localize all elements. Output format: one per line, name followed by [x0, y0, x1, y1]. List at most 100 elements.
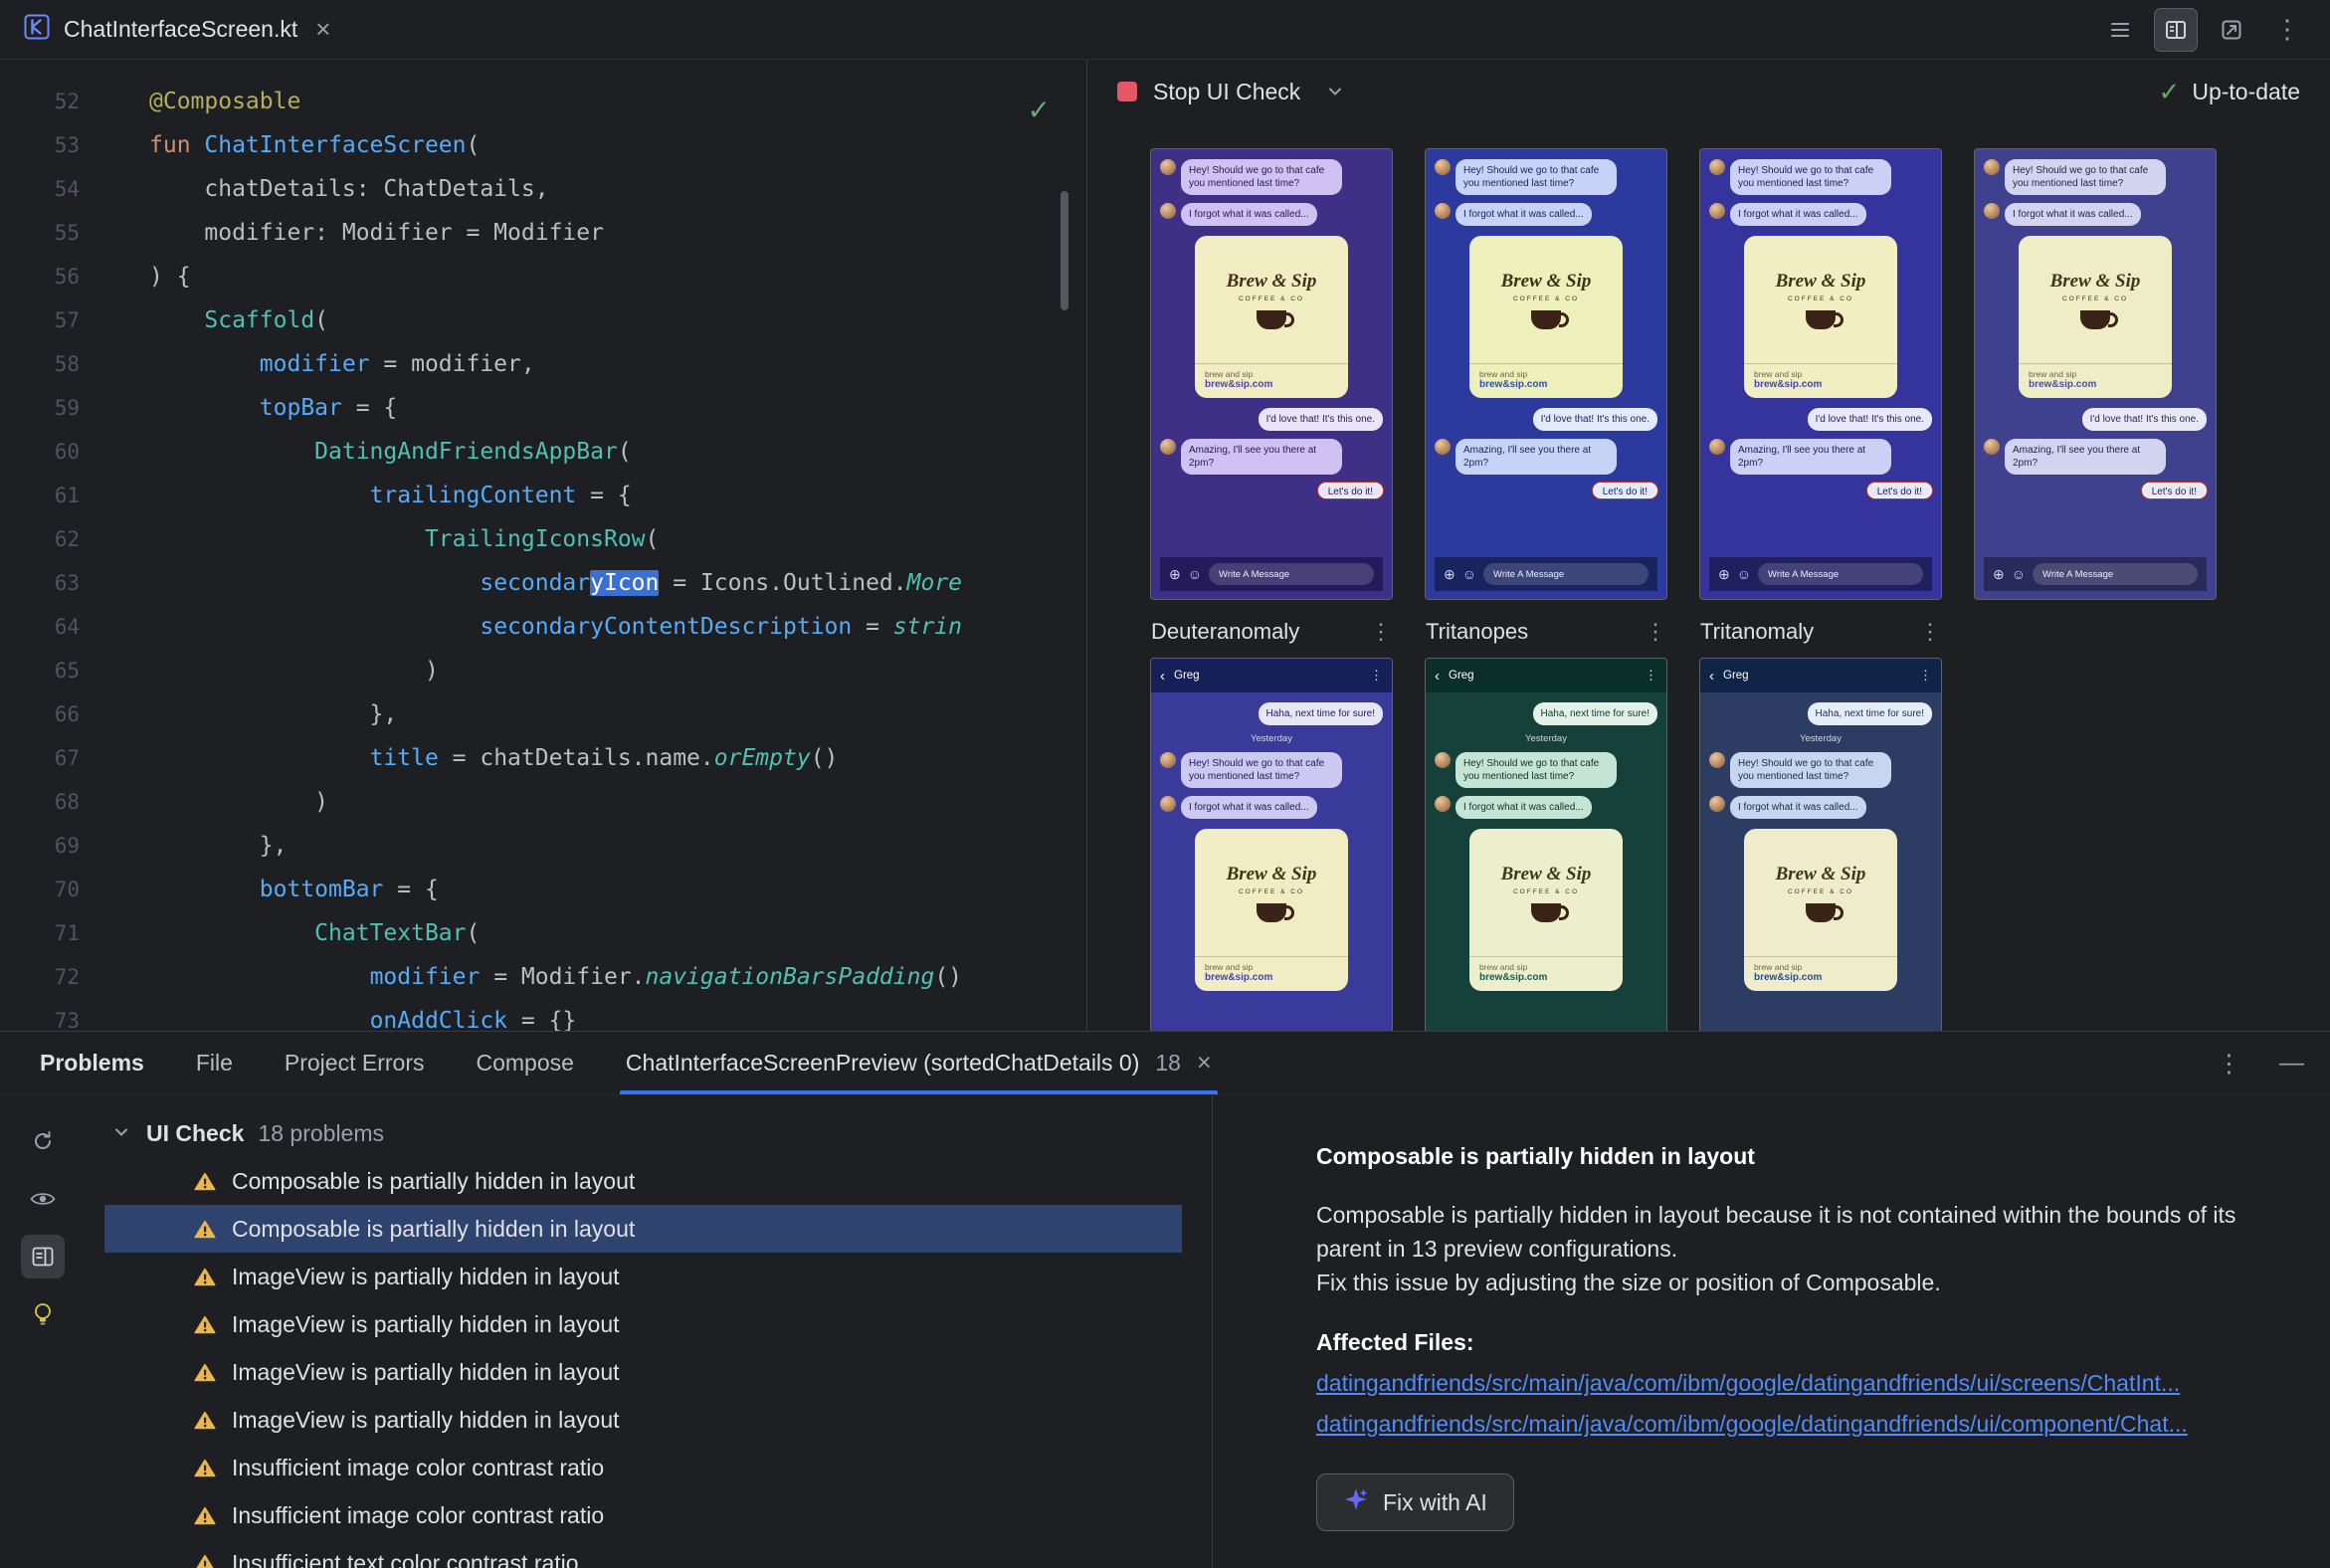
rerun-ui-check-icon[interactable] — [21, 1119, 65, 1163]
editor-actions: ⋮ — [2099, 8, 2330, 51]
preview-phone[interactable]: Hey! Should we go to that cafe you menti… — [1151, 149, 1392, 599]
code-line[interactable]: 66 }, — [0, 692, 1086, 736]
code-line[interactable]: 69 }, — [0, 824, 1086, 868]
problem-row[interactable]: ImageView is partially hidden in layout — [104, 1300, 1182, 1348]
file-tab[interactable]: ChatInterfaceScreen.kt × — [0, 0, 352, 59]
preview-visibility-icon[interactable] — [21, 1177, 65, 1221]
group-title: UI Check — [146, 1119, 245, 1146]
chat-message-row: Hey! Should we go to that cafe you menti… — [1709, 752, 1932, 788]
lightbulb-icon[interactable] — [21, 1292, 65, 1336]
variant-options-icon[interactable]: ⋮ — [1370, 619, 1392, 645]
code-line[interactable]: 72 modifier = Modifier.navigationBarsPad… — [0, 955, 1086, 999]
more-options-icon[interactable]: ⋮ — [2266, 9, 2308, 51]
cafe-name-text: brew and sip — [1479, 369, 1528, 379]
problem-row[interactable]: Insufficient text color contrast ratio — [104, 1539, 1182, 1568]
tab-label: Project Errors — [284, 1050, 425, 1076]
stop-ui-check-button[interactable]: Stop UI Check — [1107, 73, 1310, 111]
code-line[interactable]: 56) { — [0, 255, 1086, 298]
chat-bubble: I'd love that! It's this one. — [2081, 408, 2207, 431]
coffee-cup-art — [1257, 309, 1294, 329]
show-details-icon[interactable] — [20, 1235, 65, 1278]
preview-phone[interactable]: Hey! Should we go to that cafe you menti… — [1426, 149, 1666, 599]
split-editor-preview-icon[interactable] — [2155, 8, 2197, 51]
code-text: secondaryIcon = Icons.Outlined.More — [480, 570, 963, 596]
cafe-card-message: Brew & Sip COFFEE & CO brew and sip brew&si… — [1195, 829, 1348, 991]
variant-options-icon[interactable]: ⋮ — [1919, 619, 1941, 645]
variant-options-icon[interactable]: ⋮ — [1645, 619, 1666, 645]
group-count: 18 problems — [258, 1119, 385, 1146]
tab-project-errors[interactable]: Project Errors — [285, 1032, 425, 1094]
code-line[interactable]: 65 ) — [0, 649, 1086, 692]
code-line[interactable]: 58 modifier = modifier, — [0, 342, 1086, 386]
code-line[interactable]: 71 ChatTextBar( — [0, 911, 1086, 955]
problem-row[interactable]: Composable is partially hidden in layout — [104, 1157, 1182, 1205]
code-line[interactable]: 68 ) — [0, 780, 1086, 824]
tab-close-icon[interactable]: × — [315, 14, 330, 45]
code-line[interactable]: 54 chatDetails: ChatDetails, — [0, 167, 1086, 211]
chat-screen: Haha, next time for sure! Yesterday Hey! S… — [1700, 692, 1941, 1031]
preview-phone[interactable]: Hey! Should we go to that cafe you menti… — [1975, 149, 2216, 599]
editor-scrollbar[interactable] — [1061, 191, 1068, 310]
tab-close-icon[interactable]: × — [1197, 1049, 1212, 1078]
avatar — [1160, 439, 1176, 455]
code-line[interactable]: 70 bottomBar = { — [0, 868, 1086, 911]
problem-row[interactable]: ImageView is partially hidden in layout — [104, 1348, 1182, 1396]
minimize-icon[interactable]: — — [2279, 1049, 2304, 1078]
device-preview-icon[interactable] — [2211, 9, 2252, 51]
ui-check-group-row[interactable]: UI Check 18 problems — [85, 1109, 1212, 1157]
chat-message-row: I forgot what it was called... — [1984, 203, 2207, 226]
code-line[interactable]: 57 Scaffold( — [0, 298, 1086, 342]
stop-ui-check-label: Stop UI Check — [1153, 78, 1301, 104]
code-line[interactable]: 61 trailingContent = { — [0, 474, 1086, 517]
avatar — [1435, 203, 1451, 219]
structure-list-icon[interactable] — [2099, 9, 2141, 51]
problem-row[interactable]: ImageView is partially hidden in layout — [104, 1396, 1182, 1444]
problems-toolstrip — [0, 1095, 85, 1568]
avatar — [1160, 203, 1176, 219]
message-input-field: Write A Message — [2033, 563, 2198, 585]
preview-phone[interactable]: ‹ Greg ⋮ Haha, next time for sure! Yesterday… — [1426, 659, 1666, 1031]
problem-row[interactable]: Insufficient image color contrast ratio — [104, 1491, 1182, 1539]
line-number: 57 — [54, 308, 80, 332]
fix-with-ai-button[interactable]: Fix with AI — [1316, 1473, 1514, 1531]
code-line[interactable]: 67 title = chatDetails.name.orEmpty() — [0, 736, 1086, 780]
preview-phone[interactable]: Hey! Should we go to that cafe you menti… — [1700, 149, 1941, 599]
preview-grid[interactable]: Hey! Should we go to that cafe you menti… — [1087, 123, 2330, 1031]
tab-compose[interactable]: Compose — [476, 1032, 573, 1094]
preview-variant-label: Tritanomaly ⋮ — [1700, 619, 1941, 645]
tab-problems[interactable]: Problems — [40, 1032, 144, 1094]
code-line[interactable]: 55 modifier: Modifier = Modifier — [0, 211, 1086, 255]
code-line[interactable]: 53 fun ChatInterfaceScreen( — [0, 123, 1086, 167]
problem-row[interactable]: ImageView is partially hidden in layout — [104, 1253, 1182, 1300]
ide-window: ChatInterfaceScreen.kt × ⋮ 52 @Composable… — [0, 0, 2330, 1568]
emoji-icon: ☺ — [1187, 566, 1203, 582]
code-line[interactable]: 64 secondaryContentDescription = strin — [0, 605, 1086, 649]
code-text: chatDetails: ChatDetails, — [149, 176, 549, 202]
expand-chevron-icon[interactable] — [112, 1120, 130, 1147]
cafe-card-art: Brew & Sip COFFEE & CO — [1469, 829, 1623, 956]
code-line[interactable]: 52 @Composable — [0, 80, 1086, 123]
affected-file-link[interactable]: datingandfriends/src/main/java/com/ibm/g… — [1316, 1411, 2290, 1438]
affected-file-link[interactable]: datingandfriends/src/main/java/com/ibm/g… — [1316, 1370, 2290, 1397]
code-line[interactable]: 60 DatingAndFriendsAppBar( — [0, 430, 1086, 474]
chevron-down-icon[interactable] — [1326, 83, 1344, 100]
code-line[interactable]: 63 secondaryIcon = Icons.Outlined.More — [0, 561, 1086, 605]
code-editor[interactable]: 52 @Composable 53 fun ChatInterfaceScreen(5… — [0, 60, 1087, 1031]
problem-text: Insufficient text color contrast ratio — [232, 1549, 579, 1568]
preview-phone[interactable]: ‹ Greg ⋮ Haha, next time for sure! Yesterday… — [1151, 659, 1392, 1031]
cafe-name-text: brew and sip — [1479, 962, 1528, 972]
warning-icon — [194, 1315, 216, 1334]
code-line[interactable]: 73 onAddClick = {} — [0, 999, 1086, 1031]
chat-header-name: Greg — [1449, 670, 1474, 682]
problem-row[interactable]: Insufficient image color contrast ratio — [104, 1444, 1182, 1491]
code-line[interactable]: 62 TrailingIconsRow( — [0, 517, 1086, 561]
tab-file[interactable]: File — [196, 1032, 233, 1094]
code-line[interactable]: 59 topBar = { — [0, 386, 1086, 430]
chat-message-row: I forgot what it was called... — [1160, 203, 1383, 226]
cafe-card-message: Brew & Sip COFFEE & CO brew and sip brew&si… — [1469, 829, 1623, 991]
tab-chatinterfacescreenpreview-sortedchatdetails-0[interactable]: ChatInterfaceScreenPreview (sortedChatDe… — [619, 1032, 1218, 1094]
preview-phone[interactable]: ‹ Greg ⋮ Haha, next time for sure! Yesterday… — [1700, 659, 1941, 1031]
cafe-tagline-text: COFFEE & CO — [1787, 887, 1854, 895]
problem-row[interactable]: Composable is partially hidden in layout — [104, 1205, 1182, 1253]
tool-window-options-icon[interactable]: ⋮ — [2217, 1049, 2241, 1078]
